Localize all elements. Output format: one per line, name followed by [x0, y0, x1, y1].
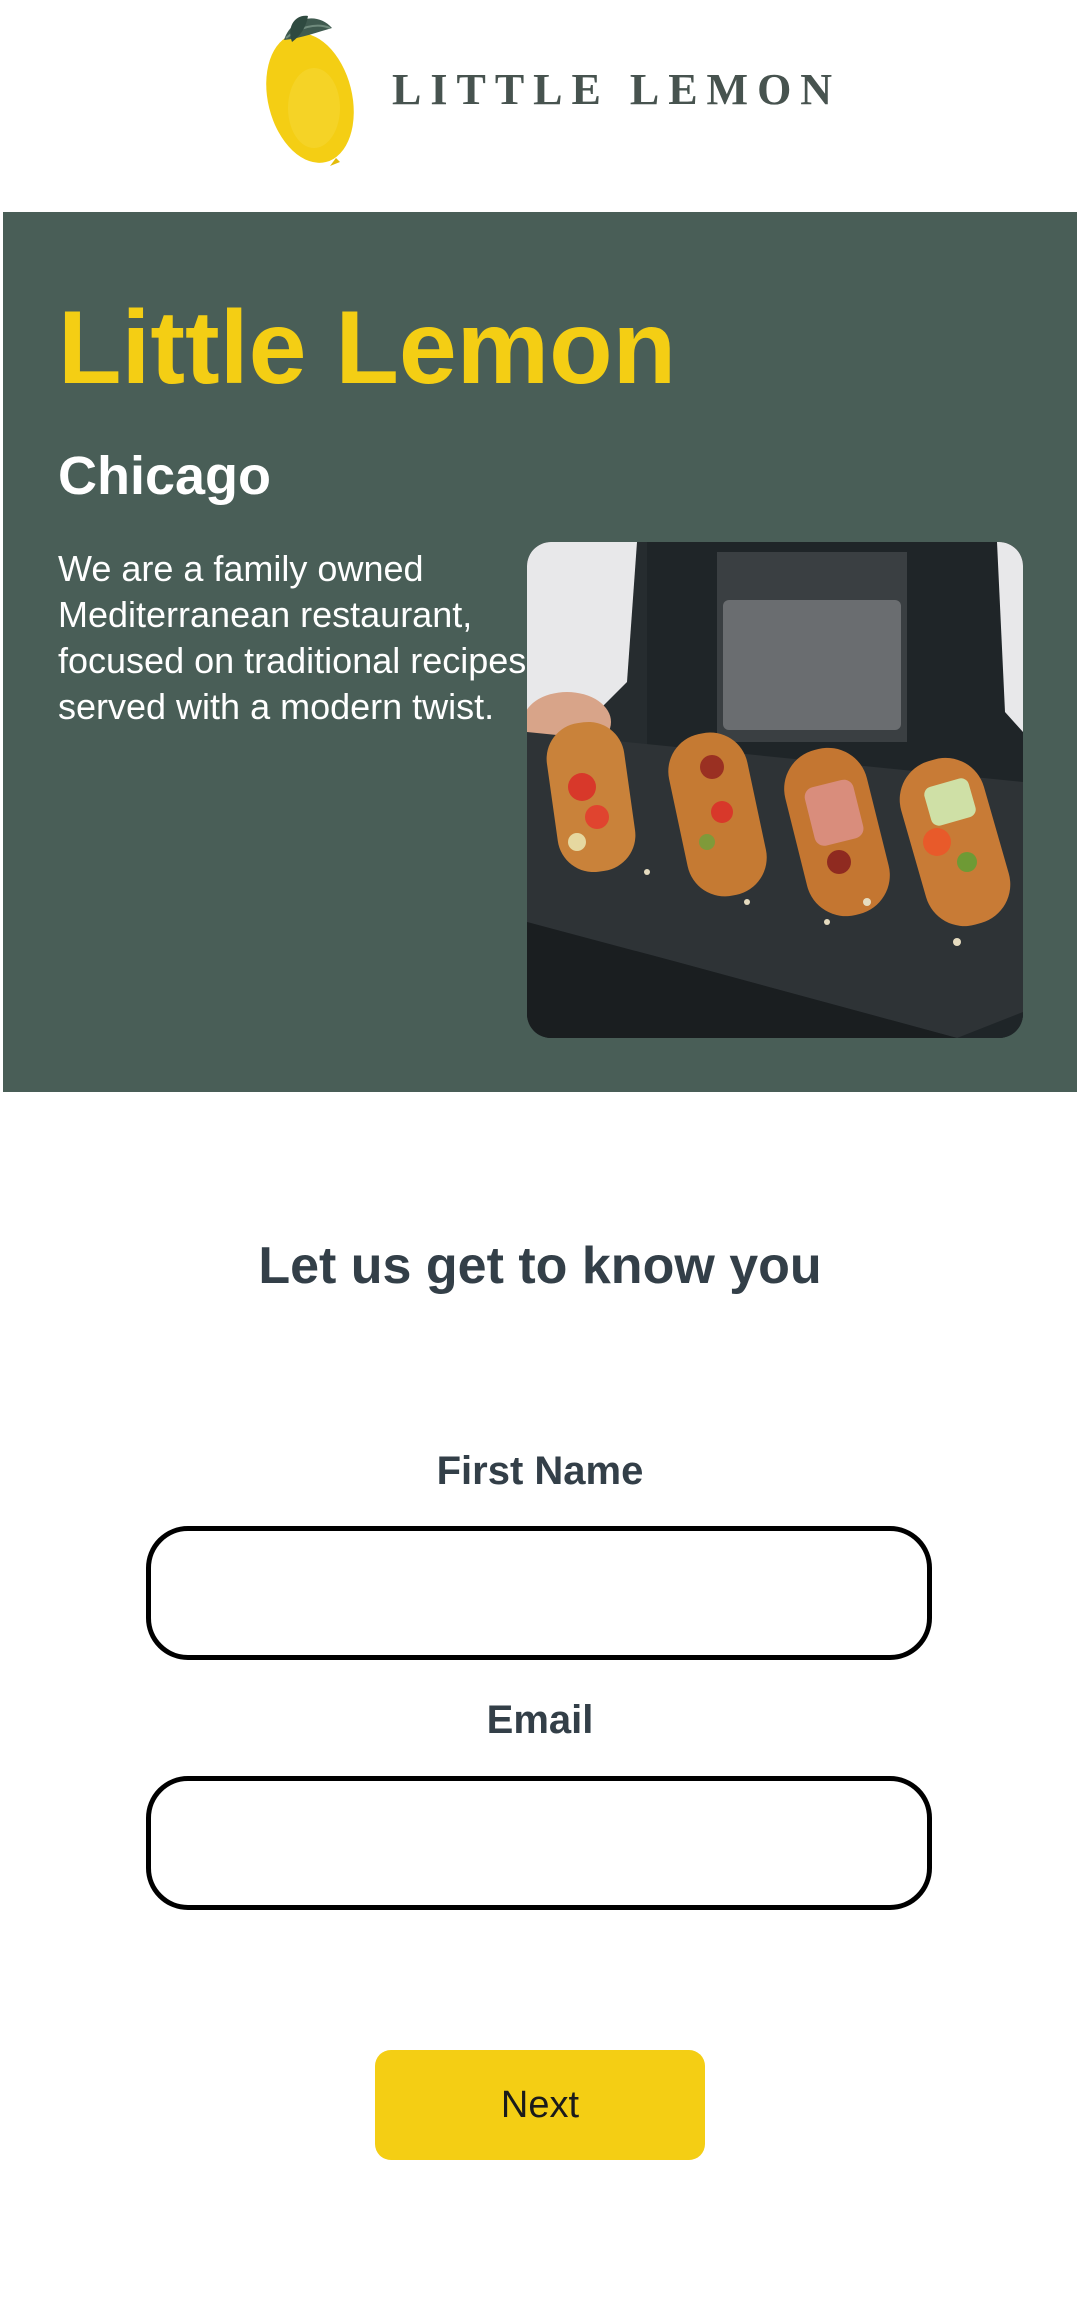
email-input[interactable]	[146, 1776, 932, 1910]
hero-banner: Little Lemon Chicago We are a family own…	[3, 212, 1077, 1092]
logo-text: LITTLE LEMON	[392, 64, 842, 114]
hero-title: Little Lemon	[58, 290, 677, 406]
form-heading: Let us get to know you	[258, 1237, 822, 1295]
food-platter-image	[527, 542, 1023, 1038]
hero-description: We are a family owned Mediterranean rest…	[58, 548, 527, 727]
email-label: Email	[486, 1698, 594, 1742]
logo: LITTLE LEMON	[262, 12, 832, 166]
hero-city: Chicago	[58, 446, 272, 506]
lemon-icon	[262, 12, 362, 166]
first-name-input[interactable]	[146, 1526, 932, 1660]
app-header: LITTLE LEMON	[0, 0, 1080, 212]
next-button[interactable]: Next	[375, 2050, 705, 2160]
first-name-label: First Name	[436, 1449, 644, 1493]
